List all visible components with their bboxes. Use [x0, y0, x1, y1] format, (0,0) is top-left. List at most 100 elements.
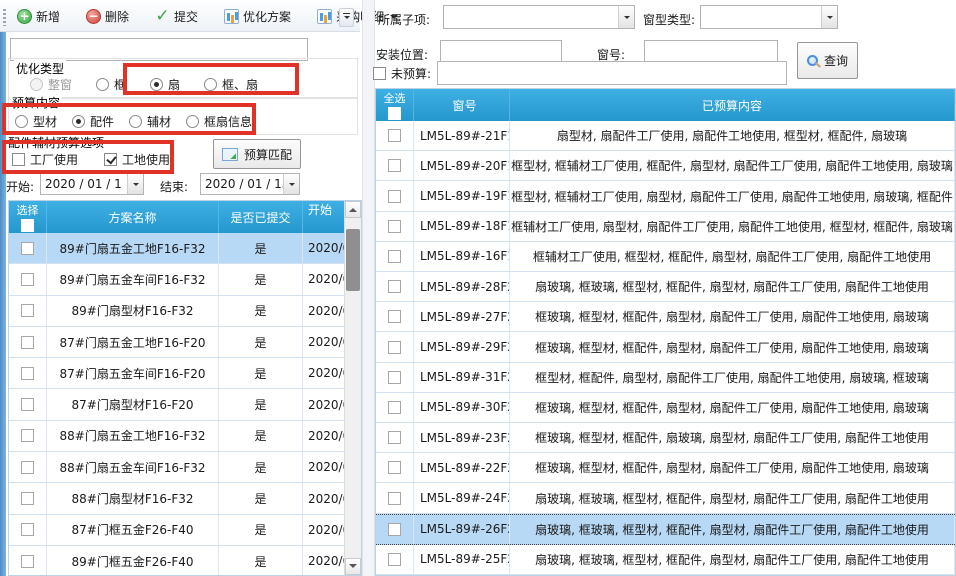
table-row[interactable]: LM5L-89#-29F27 框玻璃, 框型材, 框配件, 扇型材, 扇配件工厂…: [376, 332, 955, 362]
query-button[interactable]: 查询: [797, 42, 858, 79]
table-row[interactable]: 87#门扇五金工地F16-F20 是 2020/0: [9, 327, 361, 358]
table-row[interactable]: LM5L-89#-28F26 扇玻璃, 框玻璃, 框型材, 框配件, 扇型材, …: [376, 272, 955, 302]
table-row[interactable]: LM5L-89#-31F29 框型材, 框配件, 扇型材, 扇配件工厂使用, 扇…: [376, 363, 955, 393]
row-checkbox[interactable]: [388, 190, 401, 203]
row-checkbox[interactable]: [388, 310, 401, 323]
table-row[interactable]: LM5L-89#-26F24 扇玻璃, 框玻璃, 框型材, 框配件, 扇型材, …: [376, 514, 955, 545]
select-all-checkbox[interactable]: [21, 219, 34, 232]
row-checkbox[interactable]: [21, 429, 34, 442]
row-checkbox[interactable]: [388, 341, 401, 354]
table-row[interactable]: 88#门扇型材F16-F32 是 2020/0: [9, 483, 361, 514]
row-checkbox[interactable]: [21, 555, 34, 568]
plan-table-scrollbar[interactable]: [344, 201, 361, 575]
dock-strip: [0, 30, 6, 576]
table-row[interactable]: LM5L-89#-22F20 框玻璃, 框型材, 框配件, 扇型材, 扇配件工厂…: [376, 453, 955, 483]
table-row[interactable]: 88#门扇五金车间F16-F32 是 2020/0: [9, 452, 361, 483]
submitted-cell: 是: [219, 389, 303, 419]
row-checkbox[interactable]: [21, 336, 34, 349]
row-checkbox[interactable]: [388, 220, 401, 233]
chevron-down-icon[interactable]: [618, 6, 634, 28]
row-checkbox[interactable]: [21, 492, 34, 505]
table-row[interactable]: LM5L-89#-24F22 扇玻璃, 框玻璃, 框型材, 框配件, 扇型材, …: [376, 483, 955, 513]
optimize-type-radio[interactable]: 扇: [150, 76, 180, 93]
row-checkbox[interactable]: [21, 367, 34, 380]
table-row[interactable]: 89#门扇五金车间F16-F32 是 2020/0: [9, 264, 361, 295]
window-no-cell: LM5L-89#-19F17: [414, 181, 510, 210]
table-row[interactable]: 89#门扇型材F16-F32 是 2020/0: [9, 296, 361, 327]
row-checkbox[interactable]: [388, 371, 401, 384]
table-row[interactable]: 89#门框五金F26-F40 是 2020/0: [9, 546, 361, 576]
optimize-type-radio[interactable]: 框、扇: [204, 76, 258, 93]
scrollbar-thumb[interactable]: [346, 229, 360, 291]
budget-content-radio[interactable]: 框扇信息: [186, 113, 252, 130]
plan-table-header-name[interactable]: 方案名称: [47, 201, 219, 233]
row-checkbox[interactable]: [388, 129, 401, 142]
table-row[interactable]: LM5L-89#-25F23 扇玻璃, 框玻璃, 框型材, 框配件, 扇型材, …: [376, 545, 955, 575]
optimize-type-radio[interactable]: 框: [96, 76, 126, 93]
row-checkbox[interactable]: [388, 159, 401, 172]
row-checkbox[interactable]: [388, 492, 401, 505]
optimize-type-radio[interactable]: 整窗: [30, 76, 72, 93]
row-checkbox[interactable]: [388, 280, 401, 293]
table-row[interactable]: LM5L-89#-18F16 框辅材工厂使用, 扇型材, 扇配件工厂使用, 扇配…: [376, 212, 955, 242]
no-budget-input[interactable]: [437, 61, 787, 85]
table-row[interactable]: LM5L-89#-30F28 框玻璃, 框型材, 框配件, 扇型材, 扇配件工厂…: [376, 393, 955, 423]
usage-checkbox[interactable]: 工地使用: [104, 151, 170, 168]
budget-table-header-window-no[interactable]: 窗号: [414, 89, 510, 121]
panel-splitter[interactable]: [362, 0, 375, 576]
row-checkbox[interactable]: [388, 523, 401, 536]
table-row[interactable]: 89#门扇五金工地F16-F32 是 2020/0: [9, 233, 361, 264]
row-checkbox[interactable]: [388, 250, 401, 263]
row-checkbox[interactable]: [21, 398, 34, 411]
sub-item-select[interactable]: [443, 5, 635, 29]
window-type-select[interactable]: [700, 5, 838, 29]
row-checkbox[interactable]: [21, 304, 34, 317]
window-no-cell: LM5L-89#-24F22: [414, 483, 510, 512]
row-checkbox[interactable]: [21, 461, 34, 474]
usage-checkbox[interactable]: 工厂使用: [12, 151, 78, 168]
chevron-down-icon[interactable]: [283, 174, 299, 194]
select-all-checkbox[interactable]: [388, 107, 401, 120]
toolbar-button[interactable]: 删除: [81, 6, 148, 27]
budget-match-button[interactable]: 预算匹配: [213, 139, 301, 169]
table-row[interactable]: 87#门扇五金车间F16-F20 是 2020/0: [9, 358, 361, 389]
row-checkbox[interactable]: [21, 273, 34, 286]
toolbar-grip[interactable]: [3, 9, 6, 26]
submitted-cell: 是: [219, 358, 303, 388]
budget-content-radio[interactable]: 辅材: [129, 113, 171, 130]
toolbar-overflow-button[interactable]: [339, 8, 354, 27]
table-row[interactable]: LM5L-89#-16F15 框辅材工厂使用, 框型材, 框配件, 扇型材, 扇…: [376, 242, 955, 272]
row-checkbox[interactable]: [388, 553, 401, 566]
table-row[interactable]: LM5L-89#-27F25 框玻璃, 框型材, 框配件, 扇型材, 扇配件工厂…: [376, 302, 955, 332]
table-row[interactable]: LM5L-89#-19F17 框型材, 框辅材工厂使用, 扇型材, 扇配件工厂使…: [376, 181, 955, 211]
window-no-cell: LM5L-89#-25F23: [414, 545, 510, 574]
chevron-down-icon[interactable]: [821, 6, 837, 28]
budget-content-radio[interactable]: 型材: [15, 113, 57, 130]
table-row[interactable]: LM5L-89#-20F18 框型材, 框辅材工厂使用, 框配件, 扇型材, 扇…: [376, 151, 955, 181]
date-end-picker[interactable]: 2020 / 01 / 13: [200, 173, 300, 195]
budget-table-header-content[interactable]: 已预算内容: [510, 89, 955, 121]
table-row[interactable]: 87#门扇型材F16-F20 是 2020/0: [9, 389, 361, 420]
table-row[interactable]: LM5L-89#-23F21 框玻璃, 框型材, 框配件, 扇玻璃, 扇型材, …: [376, 423, 955, 453]
table-row[interactable]: 88#门扇五金工地F16-F32 是 2020/0: [9, 421, 361, 452]
row-checkbox[interactable]: [21, 523, 34, 536]
scroll-up-icon[interactable]: [345, 201, 361, 218]
no-budget-checkbox[interactable]: 未预算:: [373, 65, 431, 82]
row-checkbox[interactable]: [388, 401, 401, 414]
scroll-down-icon[interactable]: [345, 558, 361, 575]
toolbar-button[interactable]: 提交: [150, 6, 217, 27]
chevron-down-icon[interactable]: [127, 174, 143, 194]
toolbar-button[interactable]: 新增: [12, 6, 79, 27]
plan-name-cell: 89#门扇五金车间F16-F32: [47, 264, 219, 294]
budgeted-content-cell: 框辅材工厂使用, 框型材, 框配件, 扇型材, 扇配件工厂使用, 扇配件工地使用: [510, 242, 955, 271]
row-checkbox[interactable]: [21, 242, 34, 255]
table-row[interactable]: 87#门框五金F26-F40 是 2020/0: [9, 515, 361, 546]
table-row[interactable]: LM5L-89#-21F19 扇型材, 扇配件工厂使用, 扇配件工地使用, 框型…: [376, 121, 955, 151]
search-icon: [807, 55, 818, 66]
toolbar-button[interactable]: 优化方案: [219, 6, 310, 27]
plan-table-header-submitted[interactable]: 是否已提交: [219, 201, 303, 233]
row-checkbox[interactable]: [388, 461, 401, 474]
budget-content-radio[interactable]: 配件: [72, 113, 114, 130]
date-start-picker[interactable]: 2020 / 01 / 1: [40, 173, 144, 195]
row-checkbox[interactable]: [388, 431, 401, 444]
